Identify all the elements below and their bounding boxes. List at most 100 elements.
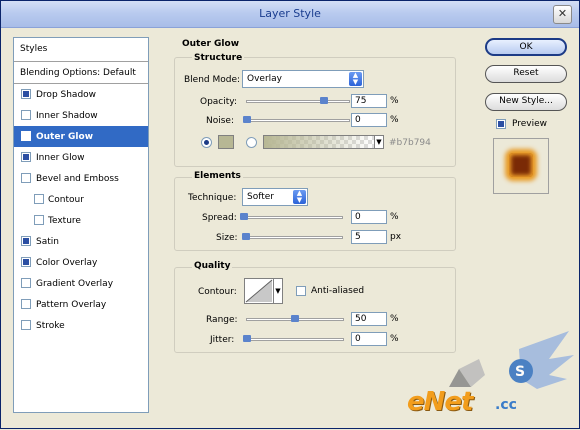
spread-slider[interactable] xyxy=(240,213,343,220)
style-item-satin[interactable]: Satin xyxy=(14,231,148,252)
watermark: S eNet .cc xyxy=(399,329,577,427)
range-slider[interactable] xyxy=(246,315,344,322)
style-item-checkbox[interactable] xyxy=(34,194,44,204)
style-item-checkbox[interactable] xyxy=(21,173,31,183)
style-item-checkbox[interactable] xyxy=(21,131,31,141)
jitter-input[interactable]: 0 xyxy=(351,332,387,346)
blend-mode-label: Blend Mode: xyxy=(184,75,241,85)
chevron-down-icon[interactable]: ▼ xyxy=(374,135,384,149)
style-item-label: Color Overlay xyxy=(36,258,98,268)
style-item-stroke[interactable]: Stroke xyxy=(14,315,148,336)
noise-slider[interactable] xyxy=(243,116,350,123)
size-slider-thumb[interactable] xyxy=(241,233,250,240)
style-item-label: Outer Glow xyxy=(36,132,94,142)
style-item-texture[interactable]: Texture xyxy=(14,210,148,231)
anti-aliased-checkbox[interactable] xyxy=(296,286,306,296)
noise-unit: % xyxy=(390,115,399,125)
style-item-label: Inner Shadow xyxy=(36,111,98,121)
style-item-checkbox[interactable] xyxy=(21,299,31,309)
technique-select[interactable]: Softer ▲ ▼ xyxy=(242,188,308,206)
jitter-slider[interactable] xyxy=(243,335,344,342)
style-item-outer-glow[interactable]: Outer Glow xyxy=(14,126,148,147)
blending-options-item[interactable]: Blending Options: Default xyxy=(14,62,148,84)
reset-button[interactable]: Reset xyxy=(485,65,567,83)
style-item-checkbox[interactable] xyxy=(21,110,31,120)
size-slider[interactable] xyxy=(241,233,343,240)
preview-glow-square xyxy=(509,153,533,177)
style-item-checkbox[interactable] xyxy=(21,152,31,162)
spread-label: Spread: xyxy=(202,213,237,223)
chevron-down-icon[interactable]: ▼ xyxy=(273,278,283,304)
noise-slider-thumb[interactable] xyxy=(243,116,251,123)
technique-label: Technique: xyxy=(188,193,237,203)
gradient-picker[interactable] xyxy=(263,135,375,149)
blend-mode-value: Overlay xyxy=(247,74,282,84)
opacity-unit: % xyxy=(390,96,399,106)
style-item-checkbox[interactable] xyxy=(21,278,31,288)
ok-button[interactable]: OK xyxy=(485,38,567,56)
style-item-gradient-overlay[interactable]: Gradient Overlay xyxy=(14,273,148,294)
title-bar: Layer Style ✕ xyxy=(1,1,579,28)
opacity-input[interactable]: 75 xyxy=(351,94,387,108)
contour-picker[interactable] xyxy=(244,278,274,304)
jitter-unit: % xyxy=(390,334,399,344)
style-item-label: Pattern Overlay xyxy=(36,300,107,310)
preview-checkbox[interactable] xyxy=(496,119,506,129)
style-item-label: Contour xyxy=(48,195,84,205)
style-item-inner-glow[interactable]: Inner Glow xyxy=(14,147,148,168)
panel-title: Outer Glow xyxy=(182,39,240,49)
style-item-checkbox[interactable] xyxy=(34,215,44,225)
range-slider-thumb[interactable] xyxy=(291,315,299,322)
elements-title: Elements xyxy=(192,171,243,181)
style-item-checkbox[interactable] xyxy=(21,89,31,99)
noise-input[interactable]: 0 xyxy=(351,113,387,127)
styles-list: Styles Blending Options: Default Drop Sh… xyxy=(13,37,149,413)
jitter-slider-thumb[interactable] xyxy=(243,335,251,342)
gradient-radio[interactable] xyxy=(246,137,257,148)
style-item-checkbox[interactable] xyxy=(21,236,31,246)
preview-label: Preview xyxy=(512,119,548,129)
contour-label: Contour: xyxy=(198,287,237,297)
svg-text:S: S xyxy=(515,364,525,380)
style-item-label: Texture xyxy=(48,216,81,226)
style-item-color-overlay[interactable]: Color Overlay xyxy=(14,252,148,273)
linear-contour-icon xyxy=(245,279,273,303)
new-style-button[interactable]: New Style... xyxy=(485,93,567,111)
style-item-inner-shadow[interactable]: Inner Shadow xyxy=(14,105,148,126)
jitter-label: Jitter: xyxy=(210,335,235,345)
close-button[interactable]: ✕ xyxy=(553,5,572,24)
anti-aliased-label: Anti-aliased xyxy=(311,286,365,296)
opacity-slider-thumb[interactable] xyxy=(319,97,328,104)
style-item-checkbox[interactable] xyxy=(21,320,31,330)
style-item-label: Satin xyxy=(36,237,59,247)
noise-label: Noise: xyxy=(206,116,234,126)
range-input[interactable]: 50 xyxy=(351,312,387,326)
glow-color-swatch[interactable] xyxy=(218,135,234,149)
styles-header[interactable]: Styles xyxy=(14,38,148,62)
style-item-contour[interactable]: Contour xyxy=(14,189,148,210)
opacity-slider[interactable] xyxy=(246,97,350,104)
range-unit: % xyxy=(390,314,399,324)
size-label: Size: xyxy=(216,233,238,243)
style-item-label: Gradient Overlay xyxy=(36,279,114,289)
opacity-label: Opacity: xyxy=(200,97,237,107)
style-item-bevel-and-emboss[interactable]: Bevel and Emboss xyxy=(14,168,148,189)
style-item-checkbox[interactable] xyxy=(21,257,31,267)
style-item-label: Drop Shadow xyxy=(36,90,97,100)
blend-mode-select[interactable]: Overlay ▲ ▼ xyxy=(242,70,364,88)
style-item-pattern-overlay[interactable]: Pattern Overlay xyxy=(14,294,148,315)
quality-title: Quality xyxy=(192,261,233,271)
solid-color-radio[interactable] xyxy=(201,137,212,148)
style-item-label: Bevel and Emboss xyxy=(36,174,119,184)
style-item-label: Inner Glow xyxy=(36,153,85,163)
style-item-drop-shadow[interactable]: Drop Shadow xyxy=(14,84,148,105)
select-arrows-icon: ▲ ▼ xyxy=(349,72,362,86)
spread-slider-thumb[interactable] xyxy=(240,213,248,220)
spread-input[interactable]: 0 xyxy=(351,210,387,224)
color-hex: #b7b794 xyxy=(389,138,431,148)
watermark-text: eNet xyxy=(407,387,473,417)
structure-title: Structure xyxy=(192,53,245,63)
range-label: Range: xyxy=(206,315,238,325)
layer-style-dialog: Layer Style ✕ Styles Blending Options: D… xyxy=(0,0,580,429)
size-input[interactable]: 5 xyxy=(351,230,387,244)
